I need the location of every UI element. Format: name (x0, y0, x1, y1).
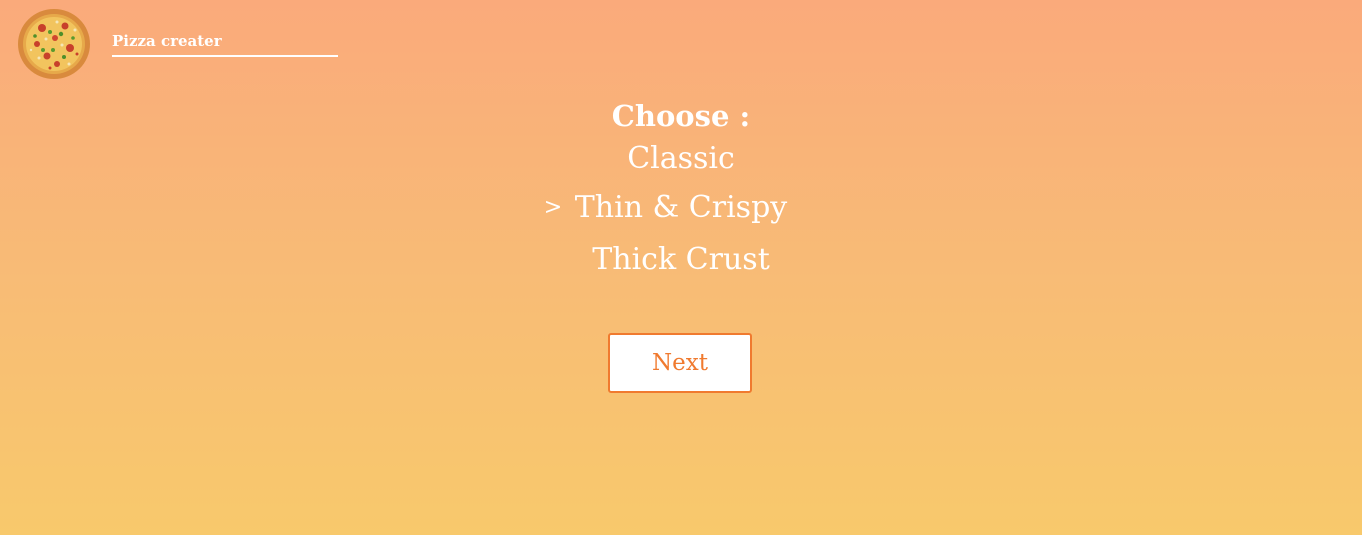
chooser-heading: Choose : (611, 99, 751, 133)
next-button[interactable]: Next (608, 333, 752, 393)
brand-title: Pizza creater (112, 32, 222, 50)
option-label: Thick Crust (592, 242, 770, 277)
option-classic[interactable]: Classic (0, 136, 1362, 182)
selected-marker-icon: > (543, 195, 563, 220)
crust-chooser: Choose : Classic > Thin & Crispy Thick C… (0, 96, 1362, 286)
option-thick-crust[interactable]: Thick Crust (0, 234, 1362, 286)
crust-options-list: Classic > Thin & Crispy Thick Crust (0, 136, 1362, 286)
option-label-wrapper: > Thin & Crispy (544, 182, 788, 234)
option-thin-crispy[interactable]: > Thin & Crispy (0, 182, 1362, 234)
pizza-logo (17, 8, 91, 80)
pizza-icon (18, 9, 90, 79)
option-label: Thin & Crispy (574, 190, 788, 225)
brand-header: Pizza creater (112, 30, 338, 57)
option-label: Classic (627, 141, 735, 176)
